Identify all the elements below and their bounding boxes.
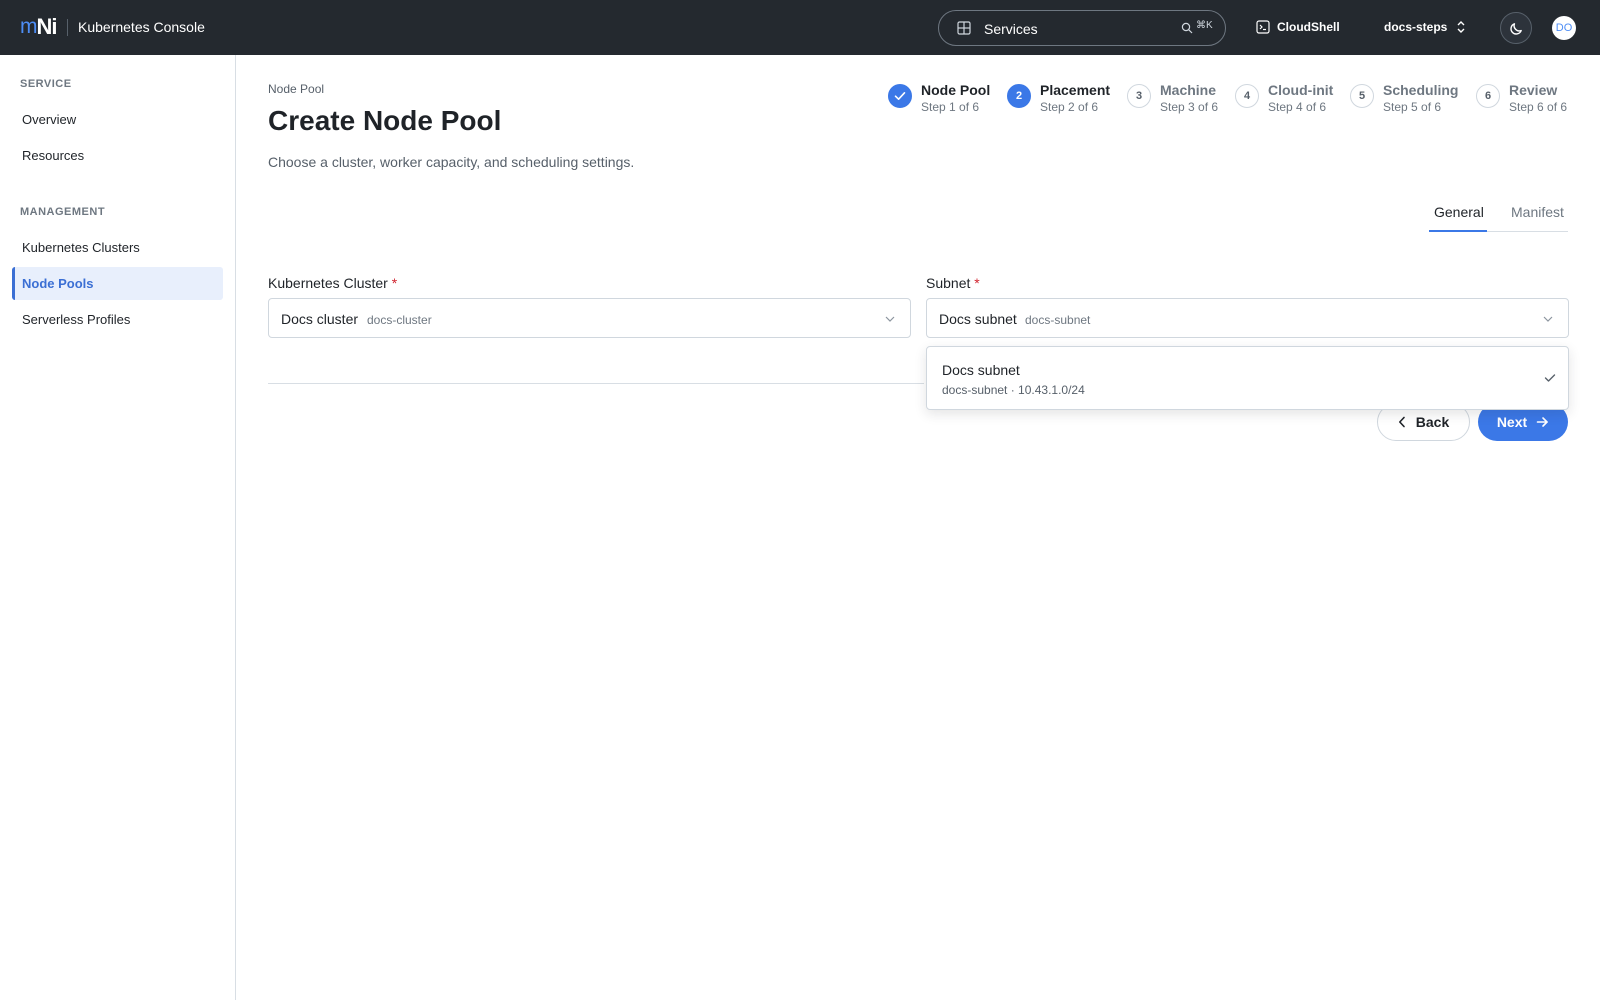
moon-icon <box>1509 22 1522 35</box>
page-title: Create Node Pool <box>268 105 502 136</box>
step-cloud-init[interactable]: 4 Cloud-init Step 4 of 6 <box>1235 81 1333 115</box>
step-3-label: Machine <box>1160 82 1217 98</box>
step-placement[interactable]: 2 Placement Step 2 of 6 <box>1007 81 1110 115</box>
step-4-sub: Step 4 of 6 <box>1268 100 1327 114</box>
avatar[interactable]: DO <box>1552 16 1576 40</box>
step-scheduling[interactable]: 5 Scheduling Step 5 of 6 <box>1350 81 1458 115</box>
step-1-sub: Step 1 of 6 <box>921 100 980 114</box>
step-5-number: 5 <box>1350 84 1374 108</box>
sidebar-section-management: MANAGEMENT <box>20 206 106 218</box>
sidebar-item-serverless-profiles[interactable]: Serverless Profiles <box>12 303 223 336</box>
chevron-down-icon <box>885 316 895 322</box>
step-1-check <box>888 84 912 108</box>
step-5-label: Scheduling <box>1383 82 1459 98</box>
form-divider <box>268 383 924 384</box>
next-button-label: Next <box>1496 414 1528 430</box>
sidebar-item-resources[interactable]: Resources <box>12 139 223 172</box>
search-label: Services <box>984 21 1038 37</box>
project-selector[interactable]: docs-steps <box>1384 19 1467 35</box>
top-bar: m Ni Kubernetes Console Services ⌘K Cloud… <box>0 0 1600 55</box>
search-shortcut: ⌘K <box>1196 20 1213 31</box>
tab-general[interactable]: General <box>1434 203 1484 221</box>
subnet-option-title: Docs subnet <box>942 362 1020 378</box>
back-button-label: Back <box>1415 414 1450 430</box>
required-marker: * <box>391 275 398 291</box>
subnet-field-label: Subnet * <box>926 274 980 292</box>
logo-mark-m: m <box>20 15 37 38</box>
step-4-number: 4 <box>1235 84 1259 108</box>
step-5-sub: Step 5 of 6 <box>1383 100 1442 114</box>
sidebar-item-overview[interactable]: Overview <box>12 103 223 136</box>
tab-active-indicator <box>1429 230 1487 232</box>
cluster-label-text: Kubernetes Cluster <box>268 275 388 291</box>
sidebar: SERVICE Overview Resources MANAGEMENT Ku… <box>0 55 236 1000</box>
cluster-select[interactable]: Docs cluster docs-cluster <box>268 298 911 338</box>
subnet-select-id: docs-subnet <box>1025 313 1091 327</box>
step-review[interactable]: 6 Review Step 6 of 6 <box>1476 81 1567 115</box>
arrow-right-icon <box>1536 417 1548 427</box>
cloudshell-label: CloudShell <box>1277 20 1340 34</box>
theme-toggle-button[interactable] <box>1500 12 1532 44</box>
services-search[interactable]: Services ⌘K <box>938 10 1226 46</box>
cluster-select-value: Docs cluster <box>281 311 359 327</box>
project-label: docs-steps <box>1384 20 1448 34</box>
check-icon <box>1544 374 1556 382</box>
step-3-sub: Step 3 of 6 <box>1160 100 1219 114</box>
check-icon <box>894 91 906 100</box>
sidebar-item-kubernetes-clusters[interactable]: Kubernetes Clusters <box>12 231 223 264</box>
app-title[interactable]: Kubernetes Console <box>78 18 205 36</box>
tab-manifest[interactable]: Manifest <box>1511 203 1564 221</box>
chevron-down-icon <box>1543 316 1553 322</box>
step-4-label: Cloud-init <box>1268 82 1334 98</box>
chevron-up-down-icon <box>1457 21 1465 33</box>
step-1-label: Node Pool <box>921 82 991 98</box>
logo-divider <box>67 19 68 36</box>
chevron-left-icon <box>1398 416 1405 428</box>
grid-icon <box>957 21 971 35</box>
step-node-pool[interactable]: Node Pool Step 1 of 6 <box>888 81 990 115</box>
terminal-icon <box>1256 20 1270 34</box>
step-3-number: 3 <box>1127 84 1151 108</box>
subnet-select-value: Docs subnet <box>939 311 1017 327</box>
step-2-label: Placement <box>1040 82 1111 98</box>
step-6-number: 6 <box>1476 84 1500 108</box>
step-6-label: Review <box>1509 82 1558 98</box>
step-2-sub: Step 2 of 6 <box>1040 100 1099 114</box>
step-2-number: 2 <box>1007 84 1031 108</box>
subnet-label-text: Subnet <box>926 275 971 291</box>
page-description: Choose a cluster, worker capacity, and s… <box>268 154 635 170</box>
subnet-dropdown: Docs subnet docs-subnet · 10.43.1.0/24 <box>926 346 1569 410</box>
subnet-select[interactable]: Docs subnet docs-subnet <box>926 298 1569 338</box>
step-6-sub: Step 6 of 6 <box>1509 100 1568 114</box>
brand-logo[interactable]: m Ni <box>20 14 58 39</box>
sidebar-item-node-pools[interactable]: Node Pools <box>12 267 223 300</box>
breadcrumb[interactable]: Node Pool <box>268 82 324 96</box>
logo-mark-n: Ni <box>36 14 58 39</box>
sidebar-section-service: SERVICE <box>20 78 72 90</box>
cluster-select-id: docs-cluster <box>367 313 432 327</box>
cloudshell-button[interactable]: CloudShell <box>1256 19 1340 35</box>
step-machine[interactable]: 3 Machine Step 3 of 6 <box>1127 81 1218 115</box>
required-marker: * <box>974 275 980 291</box>
search-icon <box>1181 22 1193 34</box>
cluster-field-label: Kubernetes Cluster * <box>268 274 397 292</box>
subnet-option-subtitle: docs-subnet · 10.43.1.0/24 <box>942 383 1085 397</box>
